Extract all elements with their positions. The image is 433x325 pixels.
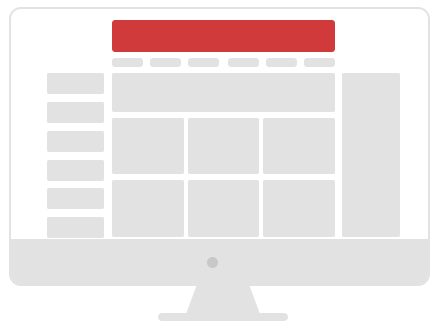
nav-pill [228, 58, 259, 67]
nav-pill [266, 58, 297, 67]
content-card [263, 118, 335, 174]
power-button-dot [207, 257, 218, 268]
nav-pill [150, 58, 181, 67]
monitor-stand [186, 286, 260, 314]
content-card [112, 180, 184, 237]
header-banner [112, 20, 335, 52]
right-sidebar-panel [342, 73, 400, 237]
sidebar-item [47, 73, 104, 94]
monitor-chin [11, 239, 428, 284]
sidebar-item [47, 188, 104, 209]
nav-pill [188, 58, 219, 67]
sidebar-item [47, 217, 104, 238]
hero-banner [112, 73, 335, 112]
content-card [263, 180, 335, 237]
nav-pill [304, 58, 335, 67]
monitor-base [158, 313, 288, 321]
content-card [188, 118, 259, 174]
content-card [112, 118, 184, 174]
sidebar-item [47, 131, 104, 152]
sidebar-item [47, 102, 104, 123]
nav-pill [112, 58, 143, 67]
desktop-monitor-illustration [0, 0, 433, 325]
content-card [188, 180, 259, 237]
sidebar-item [47, 160, 104, 181]
